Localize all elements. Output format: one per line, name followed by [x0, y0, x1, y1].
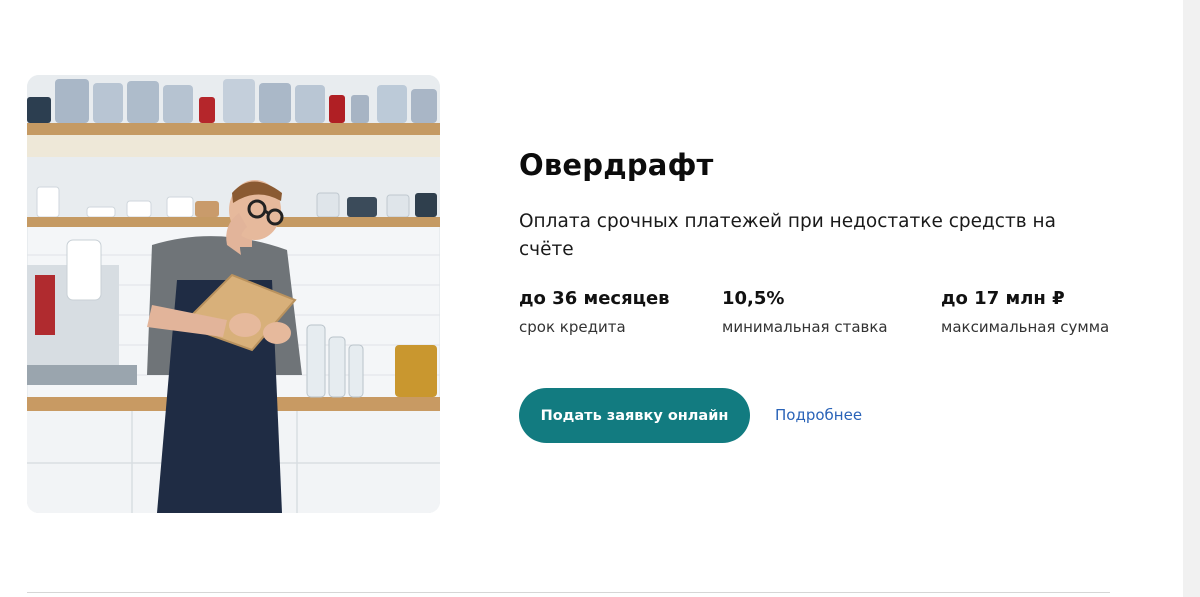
stat-term: до 36 месяцев срок кредита [519, 288, 670, 336]
stat-term-value: до 36 месяцев [519, 288, 670, 309]
product-photo [27, 75, 440, 513]
product-card-section: Овердрафт Оплата срочных платежей при не… [0, 0, 1200, 597]
vertical-scrollbar[interactable] [1183, 0, 1200, 597]
stat-rate-label: минимальная ставка [722, 318, 888, 336]
stat-rate: 10,5% минимальная ставка [722, 288, 888, 336]
stat-amount-value: до 17 млн ₽ [941, 288, 1065, 309]
stat-term-label: срок кредита [519, 318, 626, 336]
product-subtitle: Оплата срочных платежей при недостатке с… [519, 211, 1056, 260]
scrollbar-thumb[interactable] [1185, 0, 1198, 597]
more-details-link[interactable]: Подробнее [775, 406, 862, 424]
apply-online-button[interactable]: Подать заявку онлайн [519, 388, 750, 443]
section-divider [27, 592, 1110, 593]
stat-amount: до 17 млн ₽ максимальная сумма [941, 288, 1109, 336]
stat-amount-label: максимальная сумма [941, 318, 1110, 336]
product-title: Овердрафт [519, 148, 714, 182]
stat-rate-value: 10,5% [722, 288, 785, 309]
product-stats: до 36 месяцев срок кредита 10,5% минимал… [519, 288, 1139, 348]
